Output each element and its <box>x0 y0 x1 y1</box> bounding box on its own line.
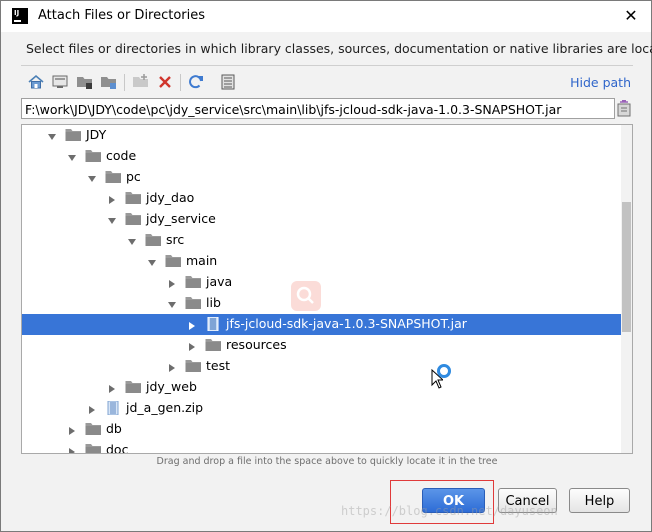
expanded-arrow-icon[interactable] <box>107 214 117 224</box>
tree-node-label: java <box>206 274 233 289</box>
attach-files-dialog: IJ Attach Files or Directories ✕ Select … <box>0 0 652 532</box>
tree-row[interactable]: jd_a_gen.zip <box>22 398 621 419</box>
folder-icon <box>85 422 102 436</box>
tree-scrollbar[interactable] <box>621 125 632 453</box>
tree-row[interactable]: db <box>22 419 621 440</box>
cancel-button[interactable]: Cancel <box>498 488 557 513</box>
tree-row[interactable]: jdy_dao <box>22 188 621 209</box>
folder-icon <box>85 443 102 453</box>
project-icon[interactable] <box>76 73 94 91</box>
folder-icon <box>185 296 202 310</box>
refresh-icon[interactable] <box>187 73 205 91</box>
tree-row[interactable]: src <box>22 230 621 251</box>
path-history-icon[interactable] <box>617 99 631 117</box>
tree-row[interactable]: main <box>22 251 621 272</box>
tree-node-label: test <box>206 358 231 373</box>
tree-row[interactable]: lib <box>22 293 621 314</box>
expanded-arrow-icon[interactable] <box>127 235 137 245</box>
folder-icon <box>205 338 222 352</box>
tree-row[interactable]: pc <box>22 167 621 188</box>
close-button[interactable]: ✕ <box>619 5 643 27</box>
tree-row[interactable]: code <box>22 146 621 167</box>
help-button[interactable]: Help <box>569 488 630 513</box>
ok-button[interactable]: OK <box>422 488 485 513</box>
search-watermark-icon <box>291 281 321 311</box>
folder-icon <box>125 212 142 226</box>
folder-icon <box>185 275 202 289</box>
file-tree[interactable]: JDY code pc jdy_dao jdy_servicesrc main java li… <box>21 124 633 454</box>
tree-row[interactable]: test <box>22 356 621 377</box>
tree-node-label: main <box>186 253 218 268</box>
collapsed-arrow-icon[interactable] <box>187 340 197 351</box>
expanded-arrow-icon[interactable] <box>87 172 97 182</box>
tree-node-label: db <box>106 421 122 436</box>
expanded-arrow-icon[interactable] <box>167 298 177 308</box>
tree-row[interactable]: JDY <box>22 125 621 146</box>
tree-node-label: jdy_web <box>146 379 197 394</box>
delete-icon[interactable] <box>156 73 174 91</box>
busy-spinner-icon <box>436 363 452 379</box>
tree-node-label: pc <box>126 169 141 184</box>
tree-node-label: code <box>106 148 137 163</box>
dialog-description: Select files or directories in which lib… <box>26 41 652 56</box>
tree-row[interactable]: doc <box>22 440 621 454</box>
tree-node-label: jfs-jcloud-sdk-java-1.0.3-SNAPSHOT.jar <box>226 316 467 331</box>
scrollbar-thumb[interactable] <box>622 202 631 332</box>
new-folder-icon[interactable] <box>132 73 150 91</box>
folder-icon <box>125 191 142 205</box>
folder-icon <box>125 380 142 394</box>
intellij-idea-icon: IJ <box>12 8 28 24</box>
expanded-arrow-icon[interactable] <box>147 256 157 266</box>
folder-icon <box>185 359 202 373</box>
collapsed-arrow-icon[interactable] <box>167 277 177 288</box>
jar-file-icon <box>205 316 222 332</box>
tree-node-label: src <box>166 232 185 247</box>
path-field[interactable]: F:\work\JD\JDY\code\pc\jdy_service\src\m… <box>21 98 615 119</box>
file-chooser-toolbar: Hide path <box>21 70 633 96</box>
tree-node-label: jdy_dao <box>146 190 195 205</box>
dialog-title: Attach Files or Directories <box>38 8 206 23</box>
show-hidden-icon[interactable] <box>219 73 237 91</box>
zip-file-icon <box>105 400 122 416</box>
tree-row[interactable]: java <box>22 272 621 293</box>
collapsed-arrow-icon[interactable] <box>107 382 117 393</box>
tree-row[interactable]: jdy_web <box>22 377 621 398</box>
expanded-arrow-icon[interactable] <box>67 151 77 161</box>
tree-node-label: lib <box>206 295 221 310</box>
divider <box>21 65 633 66</box>
collapsed-arrow-icon[interactable] <box>167 361 177 372</box>
tree-node-label: doc <box>106 442 129 454</box>
drag-drop-hint: Drag and drop a file into the space abov… <box>156 456 498 467</box>
desktop-icon[interactable] <box>51 73 69 91</box>
home-icon[interactable] <box>27 73 45 91</box>
expanded-arrow-icon[interactable] <box>47 130 57 140</box>
collapsed-arrow-icon[interactable] <box>87 403 97 414</box>
tree-row[interactable]: jdy_service <box>22 209 621 230</box>
collapsed-arrow-icon[interactable] <box>107 193 117 204</box>
tree-row[interactable]: resources <box>22 335 621 356</box>
folder-icon <box>65 128 82 142</box>
hide-path-link[interactable]: Hide path <box>570 75 631 90</box>
tree-node-label: jdy_service <box>146 211 216 226</box>
tree-node-label: jd_a_gen.zip <box>126 400 204 415</box>
module-icon[interactable] <box>100 73 118 91</box>
collapsed-arrow-icon[interactable] <box>187 319 197 330</box>
app-icon-text: IJ <box>14 9 20 17</box>
folder-icon <box>105 170 122 184</box>
collapsed-arrow-icon[interactable] <box>67 445 77 453</box>
tree-node-label: JDY <box>86 127 107 142</box>
tree-node-label: resources <box>226 337 287 352</box>
folder-icon <box>85 149 102 163</box>
folder-icon <box>145 233 162 247</box>
title-bar: IJ Attach Files or Directories ✕ <box>1 1 651 32</box>
folder-icon <box>165 254 182 268</box>
tree-row-selected[interactable]: jfs-jcloud-sdk-java-1.0.3-SNAPSHOT.jar <box>22 314 621 335</box>
collapsed-arrow-icon[interactable] <box>67 424 77 435</box>
